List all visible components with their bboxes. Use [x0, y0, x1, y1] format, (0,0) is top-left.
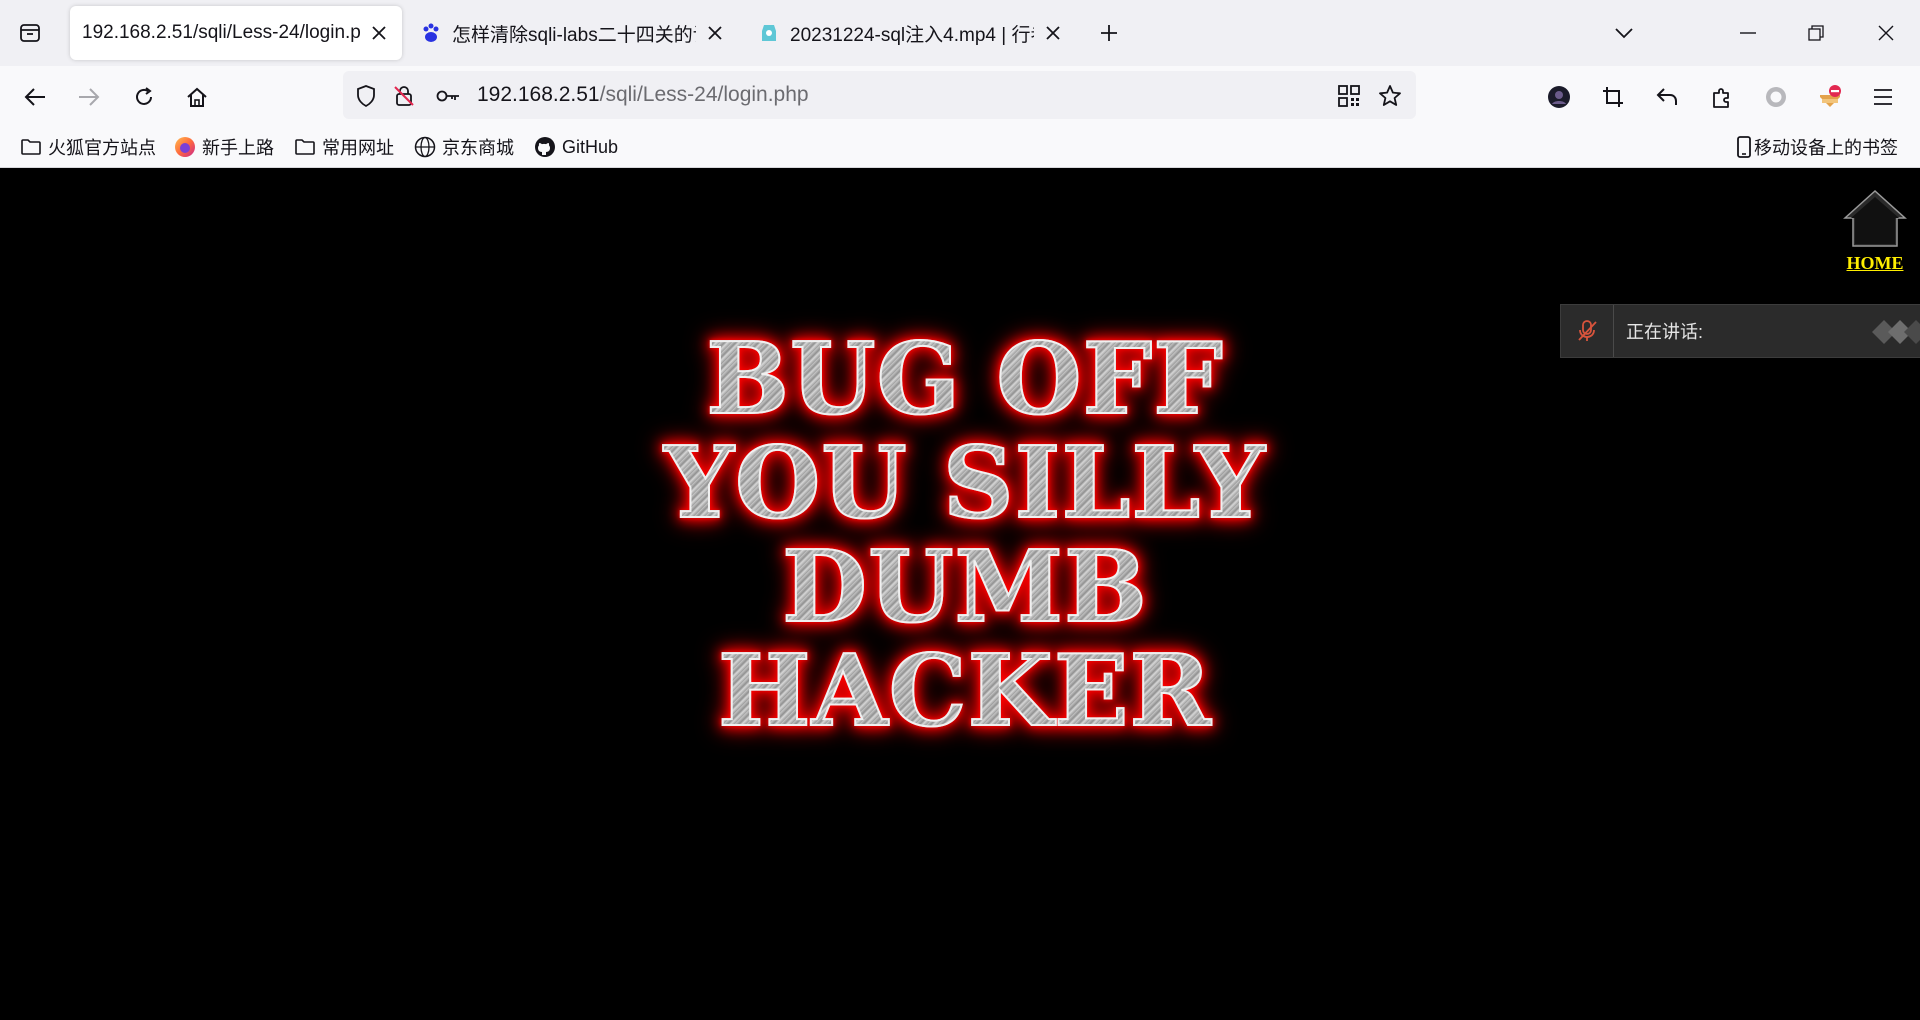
url-text[interactable]: 192.168.2.51/sqli/Less-24/login.php — [477, 83, 809, 107]
bookmark-label: 火狐官方站点 — [48, 138, 156, 158]
bookmark-label: 常用网址 — [322, 138, 394, 158]
home-link[interactable]: HOME — [1842, 188, 1908, 274]
bug-off-banner: BUG OFF YOU SILLY DUMB HACKER — [520, 322, 1410, 749]
avatar-icon — [1548, 86, 1570, 108]
mobile-bookmarks-label: 移动设备上的书签 — [1754, 138, 1898, 158]
bookmark-label: 京东商城 — [442, 138, 514, 158]
tab-baidu[interactable]: 怎样清除sqli-labs二十四关的记录 — [408, 6, 738, 60]
drive-icon — [758, 22, 780, 44]
list-all-tabs-button[interactable] — [1590, 0, 1658, 66]
reload-icon — [136, 87, 152, 105]
new-tab-button[interactable] — [1093, 17, 1125, 49]
minimize-button[interactable] — [1714, 0, 1782, 66]
bookmark-firefox-official[interactable]: 火狐官方站点 — [20, 134, 156, 160]
key-icon[interactable] — [435, 83, 461, 109]
restore-button[interactable] — [1782, 0, 1850, 66]
url-bar[interactable]: 192.168.2.51/sqli/Less-24/login.php — [343, 71, 1416, 119]
circle-record-icon — [1766, 87, 1786, 107]
url-path: /sqli/Less-24/login.php — [599, 83, 809, 106]
reload-button[interactable] — [127, 80, 161, 114]
tab-title: 20231224-sql注入4.mp4 | 行者 — [790, 24, 1034, 46]
mobile-device-icon — [1736, 136, 1752, 158]
firefox-view-icon — [20, 24, 40, 42]
close-window-button[interactable] — [1852, 0, 1920, 66]
blocked-extension-icon — [1820, 85, 1841, 107]
bookmarks-toolbar: 火狐官方站点 新手上路 常用网址 京东商城 GitHub 移动设备上的书签 — [0, 126, 1920, 168]
diamond-logo-icon — [1872, 320, 1920, 344]
muted-mic-icon[interactable] — [1561, 305, 1614, 357]
home-icon — [187, 87, 207, 107]
tab-title: 192.168.2.51/sqli/Less-24/login.php — [82, 22, 360, 43]
close-tab-icon[interactable] — [1042, 22, 1064, 44]
tab-drive[interactable]: 20231224-sql注入4.mp4 | 行者 — [746, 6, 1076, 60]
baidu-paw-icon — [420, 22, 442, 44]
screenshot-button[interactable] — [1596, 80, 1630, 114]
account-avatar[interactable] — [1542, 80, 1576, 114]
page-content: HOME BUG OFF YOU SILLY DUMB HACKER 正在讲话: — [0, 168, 1920, 1020]
tab-title: 怎样清除sqli-labs二十四关的记录 — [452, 24, 696, 46]
qr-code-icon[interactable] — [1336, 83, 1362, 109]
crop-icon — [1603, 87, 1623, 107]
folder-icon — [20, 136, 42, 158]
app-menu-button[interactable] — [1866, 80, 1900, 114]
forward-button[interactable] — [72, 80, 106, 114]
close-tab-icon[interactable] — [704, 22, 726, 44]
home-link-label[interactable]: HOME — [1842, 253, 1908, 274]
bookmark-label: GitHub — [562, 136, 619, 157]
arrow-left-icon — [24, 88, 45, 106]
puzzle-icon — [1713, 88, 1729, 108]
banner-line-1: BUG OFF — [705, 322, 1224, 437]
minimize-icon — [1740, 32, 1756, 34]
extension-blocked-button[interactable] — [1813, 80, 1847, 114]
close-icon — [1878, 25, 1894, 41]
folder-icon — [294, 136, 316, 158]
tab-active[interactable]: 192.168.2.51/sqli/Less-24/login.php — [70, 6, 402, 60]
banner-line-2: YOU SILLY — [663, 426, 1267, 541]
github-icon — [534, 136, 556, 158]
bookmark-label: 新手上路 — [202, 138, 274, 158]
hamburger-menu-icon — [1874, 89, 1892, 105]
insecure-lock-icon[interactable] — [391, 83, 417, 109]
undo-button[interactable] — [1650, 80, 1684, 114]
speaking-label: 正在讲话: — [1626, 322, 1704, 342]
home-icon — [1843, 189, 1907, 247]
bookmark-jd-mall[interactable]: 京东商城 — [414, 134, 514, 160]
back-button[interactable] — [18, 80, 52, 114]
navigation-toolbar: 192.168.2.51/sqli/Less-24/login.php — [0, 66, 1920, 126]
firefox-view-button[interactable] — [0, 0, 60, 66]
undo-arrow-icon — [1656, 88, 1677, 105]
shield-icon[interactable] — [353, 83, 379, 109]
firefox-icon — [174, 136, 196, 158]
speaking-indicator: 正在讲话: — [1560, 304, 1920, 358]
arrow-right-icon — [79, 88, 100, 106]
extension-circle-button[interactable] — [1759, 80, 1793, 114]
close-tab-icon[interactable] — [368, 22, 390, 44]
banner-line-3: DUMB HACKER — [717, 530, 1212, 749]
bookmark-getting-started[interactable]: 新手上路 — [174, 134, 274, 160]
star-icon[interactable] — [1377, 83, 1403, 109]
chevron-down-icon — [1615, 28, 1633, 39]
plus-icon — [1101, 25, 1117, 41]
bookmark-common-sites[interactable]: 常用网址 — [294, 134, 394, 160]
url-host: 192.168.2.51 — [477, 83, 600, 106]
home-button[interactable] — [180, 80, 214, 114]
globe-icon — [414, 136, 436, 158]
tab-bar: 192.168.2.51/sqli/Less-24/login.php 怎样清除… — [0, 0, 1920, 66]
extensions-button[interactable] — [1705, 80, 1739, 114]
bookmark-github[interactable]: GitHub — [534, 134, 618, 160]
restore-icon — [1808, 25, 1824, 41]
mobile-bookmarks[interactable]: 移动设备上的书签 — [1736, 134, 1898, 160]
